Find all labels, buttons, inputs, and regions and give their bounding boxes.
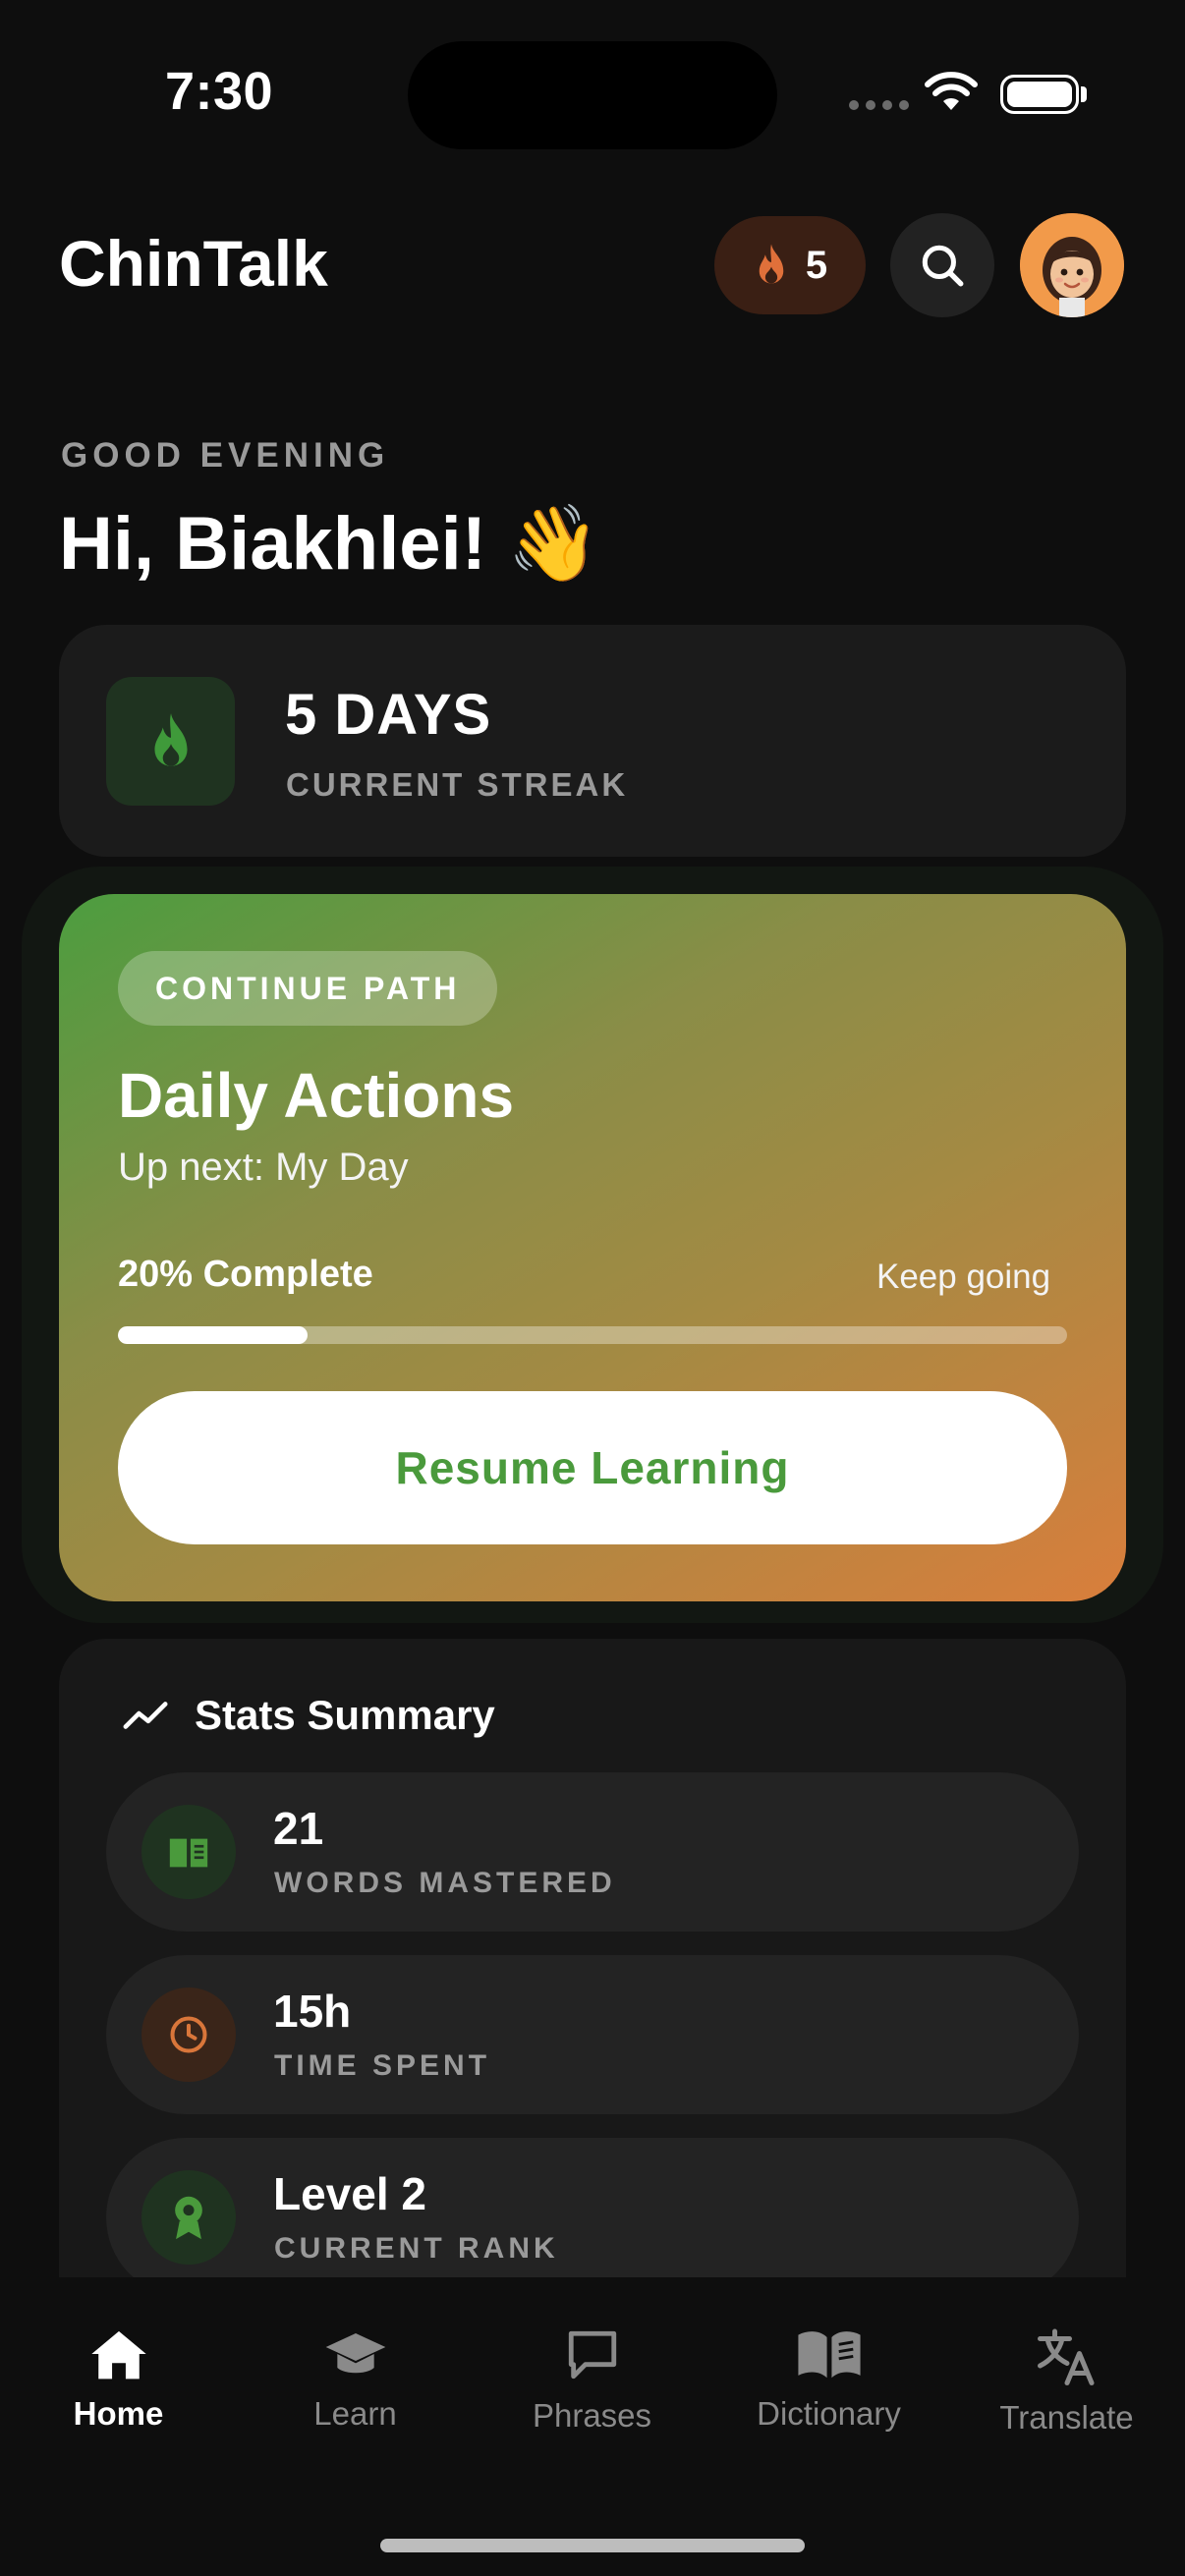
stat-value: 21 <box>273 1803 324 1854</box>
battery-icon <box>1000 75 1079 114</box>
streak-count: 5 <box>805 243 828 287</box>
open-book-icon <box>797 2331 861 2379</box>
tab-learn[interactable]: Learn <box>237 2326 474 2433</box>
streak-label: CURRENT STREAK <box>286 766 629 803</box>
award-icon <box>141 2170 236 2265</box>
stat-value: Level 2 <box>273 2168 426 2219</box>
cellular-signal-icon <box>849 100 909 110</box>
search-button[interactable] <box>890 213 994 317</box>
path-title: Daily Actions <box>118 1060 515 1131</box>
stat-row-words[interactable]: 21 WORDS MASTERED <box>106 1772 1079 1932</box>
book-icon <box>141 1805 236 1899</box>
stats-header: Stats Summary <box>122 1692 495 1739</box>
stat-label: CURRENT RANK <box>274 2232 559 2265</box>
app-title: ChinTalk <box>59 227 328 300</box>
status-time: 7:30 <box>165 62 274 121</box>
tab-home[interactable]: Home <box>0 2326 237 2433</box>
streak-badge-button[interactable]: 5 <box>714 216 866 314</box>
clock-icon <box>141 1988 236 2082</box>
stat-row-time[interactable]: 15h TIME SPENT <box>106 1955 1079 2114</box>
dynamic-island <box>408 41 777 149</box>
flame-icon <box>153 712 188 766</box>
tab-dictionary[interactable]: Dictionary <box>710 2326 947 2433</box>
avatar-illustration <box>1020 213 1124 317</box>
progress-fill <box>118 1326 309 1344</box>
streak-days: 5 DAYS <box>285 683 492 747</box>
avatar[interactable] <box>1020 213 1124 317</box>
battery-cap <box>1081 86 1087 102</box>
tab-label: Dictionary <box>757 2395 901 2432</box>
home-indicator <box>380 2539 805 2552</box>
tab-label: Phrases <box>532 2397 652 2434</box>
path-subtitle: Up next: My Day <box>118 1146 409 1189</box>
greeting-subtitle: GOOD EVENING <box>61 436 390 475</box>
streak-icon-box <box>106 677 235 806</box>
progress-text: 20% Complete <box>118 1254 373 1295</box>
progress-bar <box>118 1326 1067 1344</box>
graduation-cap-icon <box>325 2333 385 2374</box>
home-icon <box>90 2330 146 2380</box>
progress-hint: Keep going <box>876 1258 1051 1296</box>
stat-row-rank[interactable]: Level 2 CURRENT RANK <box>106 2138 1079 2297</box>
tab-phrases[interactable]: Phrases <box>474 2326 710 2435</box>
wifi-icon <box>925 72 978 110</box>
stat-value: 15h <box>273 1986 352 2037</box>
search-icon <box>922 245 964 287</box>
tab-label: Translate <box>999 2399 1134 2436</box>
greeting-title: Hi, Biakhlei! 👋 <box>59 502 600 586</box>
stat-label: WORDS MASTERED <box>274 1867 616 1899</box>
tab-translate[interactable]: Translate <box>948 2326 1185 2436</box>
translate-icon <box>1037 2328 1094 2385</box>
tab-label: Learn <box>313 2395 397 2432</box>
resume-learning-button[interactable]: Resume Learning <box>118 1391 1067 1544</box>
stat-label: TIME SPENT <box>274 2049 491 2082</box>
tab-label: Home <box>73 2395 164 2432</box>
flame-icon <box>759 244 784 284</box>
continue-path-chip: CONTINUE PATH <box>118 951 498 1026</box>
trending-up-icon <box>123 1702 168 1729</box>
stats-title: Stats Summary <box>195 1692 495 1738</box>
chat-bubble-icon <box>568 2330 616 2380</box>
